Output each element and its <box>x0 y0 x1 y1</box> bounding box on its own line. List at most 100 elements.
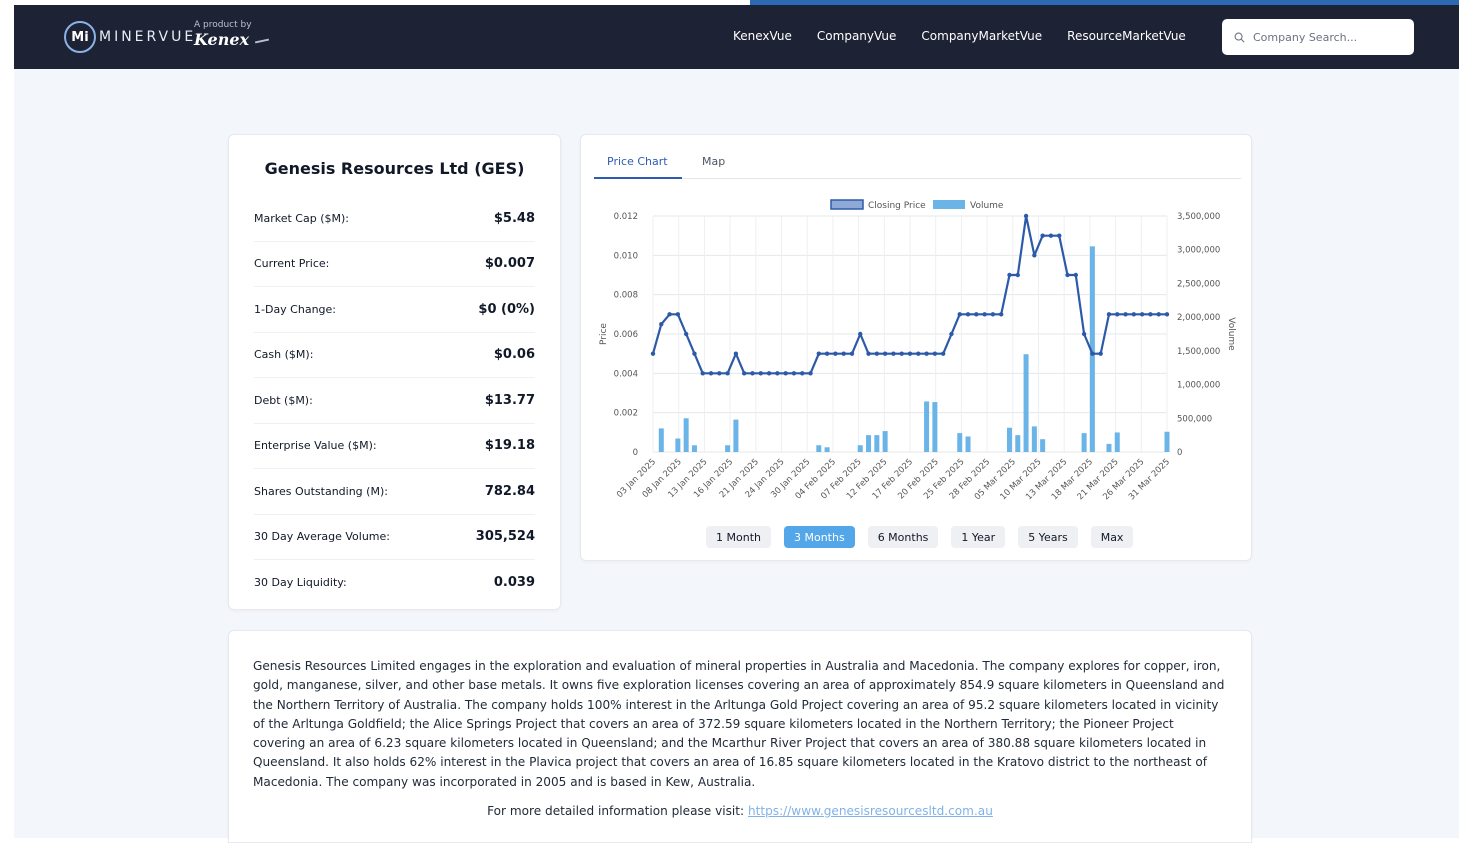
price-point <box>858 331 863 337</box>
volume-bar <box>1031 426 1037 452</box>
price-point <box>1065 272 1070 278</box>
more-info-line: For more detailed information please vis… <box>229 804 1251 818</box>
company-search[interactable] <box>1222 19 1414 55</box>
price-point <box>874 351 880 356</box>
price-point <box>949 331 954 337</box>
nav-kenexvue[interactable]: KenexVue <box>733 29 792 43</box>
range-3-months-button[interactable]: 3 Months <box>783 526 855 548</box>
range-6-months-button[interactable]: 6 Months <box>867 526 939 548</box>
volume-bar <box>1114 432 1120 452</box>
y2-tick-label: 500,000 <box>1177 414 1212 424</box>
price-point <box>1131 312 1137 317</box>
y2-axis-title: Volume <box>1226 317 1236 351</box>
y-axis-title: Price <box>599 323 609 345</box>
y2-tick-label: 3,000,000 <box>1177 246 1220 256</box>
price-point <box>675 312 681 317</box>
volume-bar <box>1023 354 1029 452</box>
y-tick-label: 0.002 <box>614 409 638 419</box>
price-point <box>816 351 822 356</box>
logo-text: MINERVUE <box>99 29 197 45</box>
stat-label: 30 Day Average Volume: <box>254 530 390 544</box>
price-point <box>899 351 904 356</box>
stat-value: $19.18 <box>484 438 535 454</box>
company-website-link[interactable]: https://www.genesisresourcesltd.com.au <box>748 804 993 818</box>
stat-row: Enterprise Value ($M): $19.18 <box>254 424 535 469</box>
price-point <box>974 312 979 317</box>
volume-bar <box>932 402 938 452</box>
company-search-input[interactable] <box>1253 30 1393 44</box>
company-title: Genesis Resources Ltd (GES) <box>264 159 525 178</box>
price-point <box>965 312 971 317</box>
price-point <box>924 351 929 356</box>
price-point <box>907 351 913 356</box>
volume-bar <box>866 435 872 452</box>
legend-volume-label: Volume <box>970 201 1004 211</box>
legend-closing-price-swatch <box>830 199 864 210</box>
range-5-years-button[interactable]: 5 Years <box>1018 526 1078 548</box>
stat-label: 1-Day Change: <box>254 302 337 316</box>
price-point <box>1164 312 1170 317</box>
price-point <box>783 371 788 376</box>
volume-bar <box>924 401 930 452</box>
price-point <box>932 351 938 356</box>
minervue-logo[interactable]: Mi MINERVUE <box>64 21 196 53</box>
price-point <box>882 351 888 356</box>
navbar: Mi MINERVUE A product by Kenex KenexVue … <box>14 5 1459 69</box>
stat-row: 30 Day Average Volume: 305,524 <box>254 515 535 560</box>
kenex-brand: A product by Kenex <box>194 20 270 49</box>
price-point <box>1057 233 1062 238</box>
range-1-month-button[interactable]: 1 Month <box>706 526 771 548</box>
price-point <box>667 312 672 317</box>
price-point <box>1106 312 1112 317</box>
y2-tick-label: 3,500,000 <box>1177 212 1220 222</box>
stat-label: Debt ($M): <box>254 393 313 407</box>
price-chart-card: Price Chart Map 0.012 0.010 0.008 0.006 0.00… <box>580 134 1252 561</box>
price-point <box>833 351 838 356</box>
stat-label: Market Cap ($M): <box>254 211 349 225</box>
price-point <box>750 371 755 376</box>
price-volume-chart: 0.012 0.010 0.008 0.006 0.004 0.002 0 3,500,000… <box>599 199 1236 502</box>
price-point <box>1040 233 1045 238</box>
kenex-swoosh-icon <box>255 38 270 43</box>
volume-bar <box>824 447 830 452</box>
price-point <box>1073 272 1079 278</box>
volume-bar <box>691 445 697 452</box>
volume-bar <box>1006 427 1012 452</box>
price-point <box>1081 331 1087 337</box>
volume-bar <box>1164 431 1170 452</box>
stat-label: Cash ($M): <box>254 348 314 362</box>
tab-map[interactable]: Map <box>702 155 725 168</box>
volume-bar <box>733 419 739 452</box>
stat-label: 30 Day Liquidity: <box>254 576 347 590</box>
company-description-card: Genesis Resources Limited engages in the… <box>228 630 1252 843</box>
y2-tick-label: 0 <box>1177 448 1182 458</box>
stat-row: Cash ($M): $0.06 <box>254 333 535 378</box>
volume-bar <box>725 445 731 452</box>
nav-companyvue[interactable]: CompanyVue <box>817 29 896 43</box>
price-point <box>940 351 946 356</box>
nav-companymarketvue[interactable]: CompanyMarketVue <box>921 29 1042 43</box>
stat-value: 305,524 <box>475 529 535 545</box>
tab-price-chart[interactable]: Price Chart <box>607 155 668 168</box>
y-tick-label: 0.010 <box>614 251 638 261</box>
price-point <box>891 351 896 356</box>
app-frame: Mi MINERVUE A product by Kenex KenexVue … <box>14 5 1459 843</box>
price-point <box>741 371 747 376</box>
volume-bar <box>1015 435 1021 452</box>
volume-bar <box>957 433 963 452</box>
range-max-button[interactable]: Max <box>1090 526 1134 548</box>
volume-bar <box>658 428 664 452</box>
price-point <box>758 371 763 376</box>
price-point <box>1007 272 1012 278</box>
range-1-year-button[interactable]: 1 Year <box>951 526 1006 548</box>
nav-resourcemarketvue[interactable]: ResourceMarketVue <box>1067 29 1186 43</box>
price-point <box>1139 312 1145 317</box>
price-point <box>1156 312 1161 317</box>
stat-row: Shares Outstanding (M): 782.84 <box>254 469 535 515</box>
stat-label: Current Price: <box>254 257 330 271</box>
y2-tick-label: 2,500,000 <box>1177 279 1220 289</box>
y2-tick-label: 2,000,000 <box>1177 313 1220 323</box>
price-point <box>841 351 846 356</box>
kenex-logo: Kenex <box>194 30 250 49</box>
range-buttons: 1 Month 3 Months 6 Months 1 Year 5 Years… <box>706 526 1134 548</box>
